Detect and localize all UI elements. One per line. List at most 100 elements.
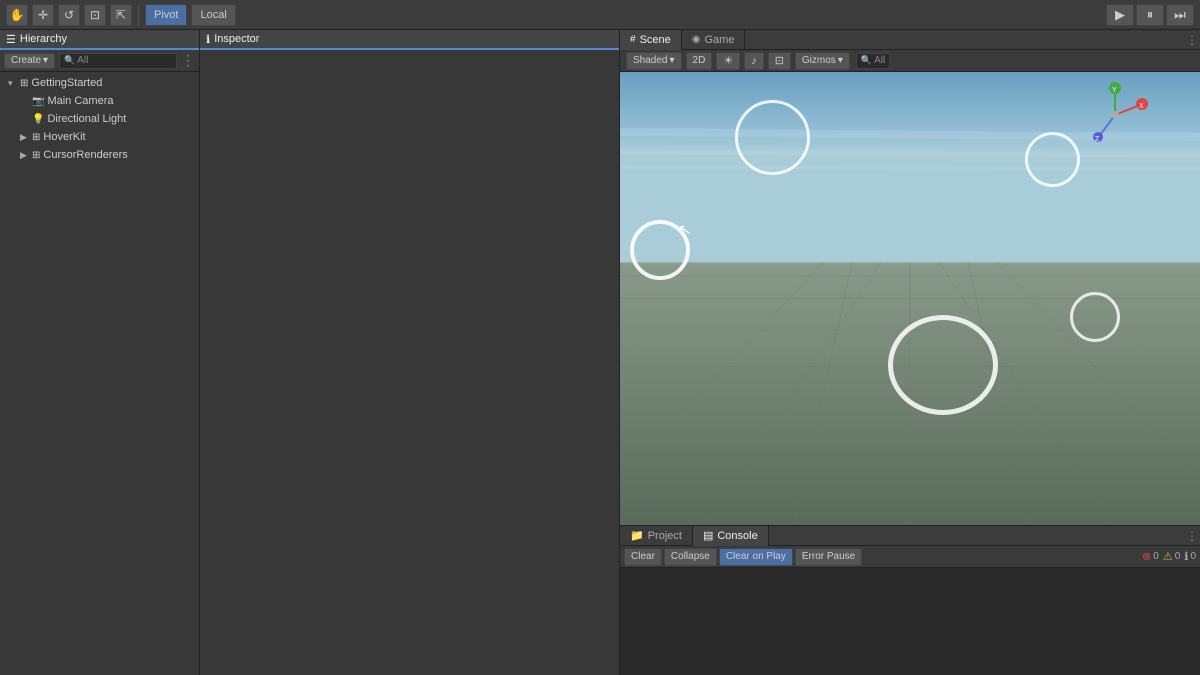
hierarchy-item-directional-light[interactable]: ▶ 💡 Directional Light <box>0 110 199 128</box>
pivot-button[interactable]: Pivot <box>145 4 187 26</box>
rect-tool-icon[interactable]: ⇱ <box>110 4 132 26</box>
log-count-badge: ℹ 0 <box>1184 550 1196 563</box>
hierarchy-search-icon: 🔍 <box>64 55 75 66</box>
cursor-renderers-arrow-icon: ▶ <box>20 150 32 161</box>
tab-console[interactable]: ▤ Console <box>693 526 769 546</box>
lighting-icon-btn[interactable]: ☀ <box>716 52 740 70</box>
hierarchy-panel: ☰ Hierarchy Create ▾ 🔍 All ⋮ ▾ ⊞ Getting… <box>0 30 200 675</box>
hoverkit-arrow-icon: ▶ <box>20 132 32 143</box>
scene-circle-5 <box>888 315 998 415</box>
inspector-tab[interactable]: ℹ Inspector <box>200 30 619 50</box>
hierarchy-content: ▾ ⊞ GettingStarted ▶ 📷 Main Camera ▶ 💡 D… <box>0 72 199 675</box>
step-button[interactable]: ⏭ <box>1166 4 1194 26</box>
hierarchy-tab[interactable]: ☰ Hierarchy <box>0 30 199 50</box>
scene-tab-label: Scene <box>640 34 671 46</box>
hierarchy-item-hoverkit[interactable]: ▶ ⊞ HoverKit <box>0 128 199 146</box>
console-tab-menu-icon[interactable]: ⋮ <box>1184 526 1200 546</box>
bottom-panels: 📁 Project ▤ Console ⋮ Clear Collapse <box>620 525 1200 675</box>
audio-icon-btn[interactable]: ♪ <box>744 52 764 70</box>
create-button[interactable]: Create ▾ <box>4 53 55 69</box>
log-count: 0 <box>1190 551 1196 562</box>
console-panel: 📁 Project ▤ Console ⋮ Clear Collapse <box>620 526 1200 675</box>
scale-tool-icon[interactable]: ⊡ <box>84 4 106 26</box>
tab-game[interactable]: ◉ Game <box>682 30 746 50</box>
svg-text:X: X <box>1139 103 1144 110</box>
hierarchy-item-main-camera[interactable]: ▶ 📷 Main Camera <box>0 92 199 110</box>
pause-button[interactable]: ⏸ <box>1136 4 1164 26</box>
scene-search-all: All <box>874 55 885 66</box>
main-layout: ☰ Hierarchy Create ▾ 🔍 All ⋮ ▾ ⊞ Getting… <box>0 30 1200 675</box>
svg-text:Y: Y <box>1112 87 1117 94</box>
inspector-icon: ℹ <box>206 33 210 46</box>
camera-icon: 📷 <box>32 96 44 107</box>
pivot-label: Pivot <box>154 9 178 21</box>
light-icon: 💡 <box>32 114 44 125</box>
scene-viewport[interactable]: X Y Z ↖ <box>620 72 1200 525</box>
collapse-button[interactable]: Collapse <box>664 548 717 566</box>
clear-label: Clear <box>631 551 655 562</box>
tab-project[interactable]: 📁 Project <box>620 526 693 546</box>
tab-scene[interactable]: # Scene <box>620 30 682 50</box>
2d-button[interactable]: 2D <box>686 52 713 70</box>
error-count: 0 <box>1153 551 1159 562</box>
move-tool-icon[interactable]: ✛ <box>32 4 54 26</box>
hierarchy-menu-icon[interactable]: ⋮ <box>181 52 195 69</box>
clear-button[interactable]: Clear <box>624 548 662 566</box>
hierarchy-icon: ☰ <box>6 33 16 46</box>
hoverkit-icon: ⊞ <box>32 132 40 143</box>
local-button[interactable]: Local <box>191 4 235 26</box>
hierarchy-toolbar: Create ▾ 🔍 All ⋮ <box>0 50 199 72</box>
gizmos-arrow-icon: ▾ <box>838 55 843 66</box>
hierarchy-item-cursor-renderers[interactable]: ▶ ⊞ CursorRenderers <box>0 146 199 164</box>
shading-button[interactable]: Shaded ▾ <box>626 52 682 70</box>
hand-tool-icon[interactable]: ✋ <box>6 4 28 26</box>
inspector-tab-label: Inspector <box>214 33 259 45</box>
clear-on-play-label: Clear on Play <box>726 551 786 562</box>
console-tab-icon: ▤ <box>703 529 713 542</box>
effects-icon-btn[interactable]: ⊡ <box>768 52 791 70</box>
play-button[interactable]: ▶ <box>1106 4 1134 26</box>
inspector-panel: ℹ Inspector <box>200 30 620 675</box>
create-arrow-icon: ▾ <box>43 55 48 66</box>
scene-toolbar: Shaded ▾ 2D ☀ ♪ ⊡ Gizmos ▾ 🔍 All <box>620 50 1200 72</box>
cursor-renderers-label: CursorRenderers <box>43 149 127 161</box>
error-icon: ⊗ <box>1142 550 1151 563</box>
hierarchy-search-all: All <box>77 55 88 66</box>
scene-name: GettingStarted <box>31 77 102 89</box>
console-tabs: 📁 Project ▤ Console ⋮ <box>620 526 1200 546</box>
clear-on-play-button[interactable]: Clear on Play <box>719 548 793 566</box>
error-pause-button[interactable]: Error Pause <box>795 548 862 566</box>
rotate-tool-icon[interactable]: ↺ <box>58 4 80 26</box>
scene-arrow-icon: ▾ <box>8 78 20 89</box>
collapse-label: Collapse <box>671 551 710 562</box>
scene-search-icon: 🔍 <box>861 55 872 66</box>
play-controls: ▶ ⏸ ⏭ <box>1106 4 1194 26</box>
2d-label: 2D <box>693 55 706 66</box>
game-tab-label: Game <box>705 34 735 46</box>
hoverkit-label: HoverKit <box>43 131 85 143</box>
svg-text:Z: Z <box>1095 136 1100 143</box>
main-camera-label: Main Camera <box>47 95 113 107</box>
scene-background: X Y Z ↖ <box>620 72 1200 525</box>
gizmos-button[interactable]: Gizmos ▾ <box>795 52 850 70</box>
cursor-renderers-icon: ⊞ <box>32 150 40 161</box>
warning-icon: ⚠ <box>1163 550 1173 563</box>
toolbar-sep-1 <box>138 5 139 25</box>
unity-gizmo: X Y Z <box>1080 80 1150 150</box>
scene-circle-4 <box>1070 292 1120 342</box>
error-pause-label: Error Pause <box>802 551 855 562</box>
game-tab-icon: ◉ <box>692 34 701 45</box>
console-content <box>620 568 1200 675</box>
inspector-content <box>200 50 619 675</box>
top-toolbar: ✋ ✛ ↺ ⊡ ⇱ Pivot Local ▶ ⏸ ⏭ <box>0 0 1200 30</box>
warning-count-badge: ⚠ 0 <box>1163 550 1180 563</box>
hierarchy-scene-root[interactable]: ▾ ⊞ GettingStarted <box>0 74 199 92</box>
hierarchy-tab-label: Hierarchy <box>20 33 67 45</box>
project-tab-label: Project <box>648 530 682 542</box>
console-tab-label: Console <box>717 530 757 542</box>
gizmos-label: Gizmos <box>802 55 836 66</box>
shading-label: Shaded <box>633 55 667 66</box>
scene-icon: ⊞ <box>20 78 28 89</box>
scene-tab-menu-icon[interactable]: ⋮ <box>1184 30 1200 50</box>
project-tab-icon: 📁 <box>630 529 644 542</box>
